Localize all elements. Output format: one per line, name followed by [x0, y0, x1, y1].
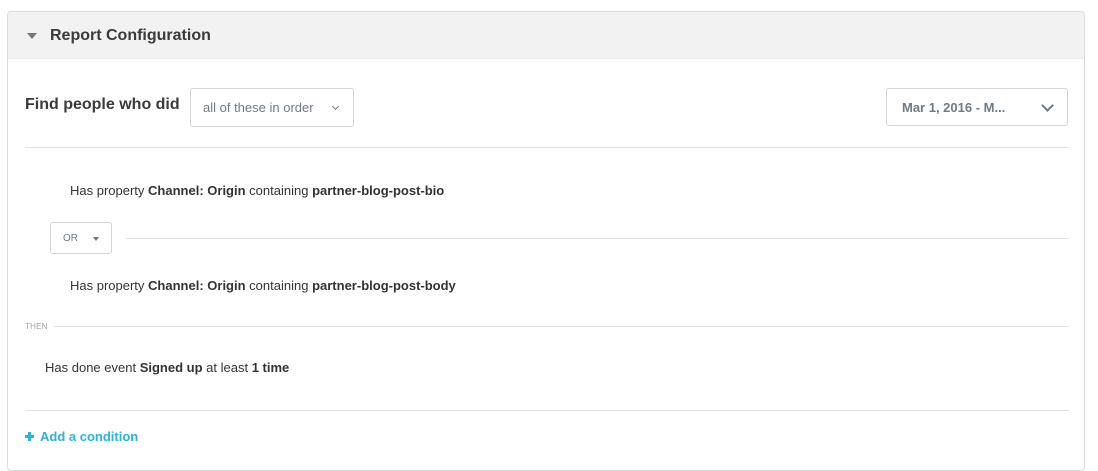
- or-joiner-value: OR: [63, 233, 78, 244]
- event-count[interactable]: 1 time: [252, 360, 290, 375]
- then-label: THEN: [25, 322, 48, 331]
- or-divider-line: [126, 238, 1069, 239]
- condition-operator: containing: [249, 183, 309, 198]
- section-divider: [25, 147, 1069, 148]
- condition-prefix: Has property: [70, 278, 145, 293]
- date-range-dropdown[interactable]: Mar 1, 2016 - M...: [886, 88, 1068, 126]
- condition-value[interactable]: partner-blog-post-body: [312, 278, 456, 293]
- match-mode-dropdown[interactable]: all of these in order: [190, 88, 354, 127]
- condition-property[interactable]: Channel: Origin: [148, 278, 246, 293]
- event-condition-row[interactable]: Has done event Signed up at least 1 time: [45, 360, 289, 375]
- condition-operator: containing: [249, 278, 309, 293]
- caret-down-icon[interactable]: [27, 33, 37, 39]
- caret-down-icon: [93, 237, 99, 241]
- panel-header[interactable]: Report Configuration: [8, 12, 1084, 59]
- footer-divider: [25, 410, 1069, 411]
- chevron-down-icon: [1041, 99, 1054, 112]
- condition-row-second[interactable]: Has property Channel: Origin containing …: [70, 278, 456, 293]
- report-configuration-panel: Report Configuration Find people who did…: [7, 11, 1085, 471]
- chevron-down-icon: [331, 102, 340, 111]
- add-condition-label: Add a condition: [40, 429, 139, 444]
- condition-row-first[interactable]: Has property Channel: Origin containing …: [70, 183, 444, 198]
- find-people-label: Find people who did: [25, 96, 180, 113]
- condition-prefix: Has property: [70, 183, 145, 198]
- plus-icon: [25, 432, 34, 441]
- event-operator: at least: [206, 360, 249, 375]
- add-condition-button[interactable]: Add a condition: [25, 429, 138, 444]
- then-divider-line: [54, 326, 1069, 327]
- condition-property[interactable]: Channel: Origin: [148, 183, 246, 198]
- condition-value[interactable]: partner-blog-post-bio: [312, 183, 444, 198]
- match-mode-value: all of these in order: [203, 100, 314, 115]
- event-prefix: Has done event: [45, 360, 137, 375]
- date-range-value: Mar 1, 2016 - M...: [902, 100, 1006, 115]
- panel-title: Report Configuration: [50, 27, 211, 44]
- event-name[interactable]: Signed up: [140, 360, 203, 375]
- or-joiner-dropdown[interactable]: OR: [50, 222, 112, 254]
